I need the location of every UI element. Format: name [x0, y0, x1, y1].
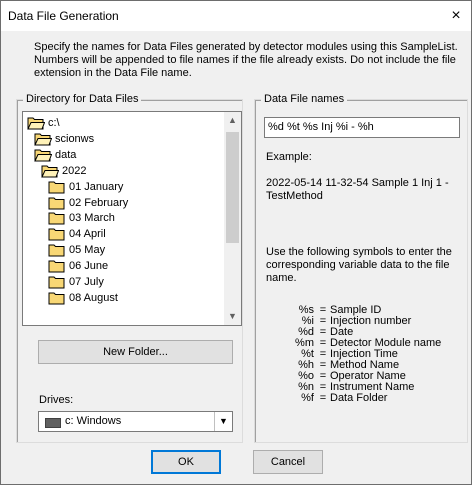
tree-item-label: 06 June — [69, 260, 109, 273]
drives-label: Drives: — [39, 394, 74, 406]
tree-item[interactable]: 07 July — [48, 274, 104, 290]
cancel-label: Cancel — [270, 456, 306, 468]
tree-item-label: 03 March — [69, 212, 115, 225]
folder-icon — [48, 244, 65, 257]
tree-item[interactable]: 08 August — [48, 290, 118, 306]
tree-item-label: 01 January — [69, 180, 124, 193]
tree-item-label: c:\ — [48, 117, 60, 129]
folder-icon — [48, 228, 65, 241]
new-folder-button[interactable]: New Folder... — [38, 340, 233, 364]
scroll-up-icon[interactable]: ▲ — [224, 112, 241, 129]
equals-sign: = — [319, 392, 327, 404]
tree-item-label: 2022 — [62, 164, 87, 177]
cancel-button[interactable]: Cancel — [253, 450, 323, 474]
directory-tree[interactable]: c:\ scionws data 2022 01 January 02 February 0… — [22, 111, 242, 326]
drives-select[interactable]: c: Windows ▼ — [38, 411, 233, 432]
file-name-pattern-input[interactable]: %d %t %s Inj %i - %h — [264, 117, 460, 138]
tree-item[interactable]: 06 June — [48, 258, 108, 274]
tree-item-label: 04 April — [69, 228, 106, 241]
window-title: Data File Generation — [8, 9, 119, 23]
tree-item[interactable]: 03 March — [48, 210, 115, 226]
symbol-code: %f — [301, 392, 314, 404]
tree-item[interactable]: scionws — [34, 131, 94, 147]
chevron-down-icon[interactable]: ▼ — [214, 412, 232, 431]
open-folder-icon — [27, 117, 45, 130]
close-icon[interactable]: × — [441, 1, 471, 31]
tree-item[interactable]: 2022 — [41, 163, 86, 179]
folder-icon — [48, 181, 65, 194]
new-folder-label: New Folder... — [103, 346, 168, 358]
open-folder-icon — [34, 149, 52, 162]
drive-icon — [45, 418, 61, 428]
tree-item[interactable]: c:\ — [27, 115, 60, 131]
title-bar: Data File Generation × — [1, 1, 471, 31]
tree-item-label: 02 February — [69, 196, 129, 209]
example-label: Example: — [266, 151, 312, 163]
tree-item-label: data — [55, 148, 77, 161]
tree-item[interactable]: data — [34, 147, 76, 163]
tree-item[interactable]: 01 January — [48, 179, 123, 195]
folder-icon — [48, 276, 65, 289]
tree-item[interactable]: 05 May — [48, 242, 105, 258]
folder-icon — [48, 197, 65, 210]
tree-item[interactable]: 02 February — [48, 195, 128, 211]
scroll-thumb[interactable] — [226, 132, 239, 243]
symbols-hint: Use the following symbols to enter the c… — [266, 246, 452, 284]
scroll-down-icon[interactable]: ▼ — [224, 308, 241, 325]
tree-item-label: scionws — [55, 132, 95, 145]
example-value: 2022-05-14 11-32-54 Sample 1 Inj 1 - Tes… — [266, 177, 449, 202]
directory-group-label: Directory for Data Files — [23, 93, 142, 106]
tree-item[interactable]: 04 April — [48, 226, 106, 242]
tree-item-label: 05 May — [69, 244, 106, 257]
open-folder-icon — [41, 165, 59, 178]
folder-icon — [48, 292, 65, 305]
folder-icon — [48, 260, 65, 273]
data-file-generation-dialog: Data File Generation × Specify the names… — [0, 0, 472, 485]
file-names-group-label: Data File names — [261, 93, 348, 106]
drive-value: c: Windows — [65, 415, 122, 427]
tree-scrollbar[interactable]: ▲ ▼ — [224, 112, 241, 325]
tree-item-label: 07 July — [69, 276, 104, 288]
symbol-description: Data Folder — [330, 392, 388, 404]
ok-button[interactable]: OK — [151, 450, 221, 474]
open-folder-icon — [34, 133, 52, 146]
tree-item-label: 08 August — [69, 291, 118, 304]
folder-icon — [48, 212, 65, 225]
ok-label: OK — [178, 456, 194, 468]
intro-text: Specify the names for Data Files generat… — [34, 41, 458, 79]
